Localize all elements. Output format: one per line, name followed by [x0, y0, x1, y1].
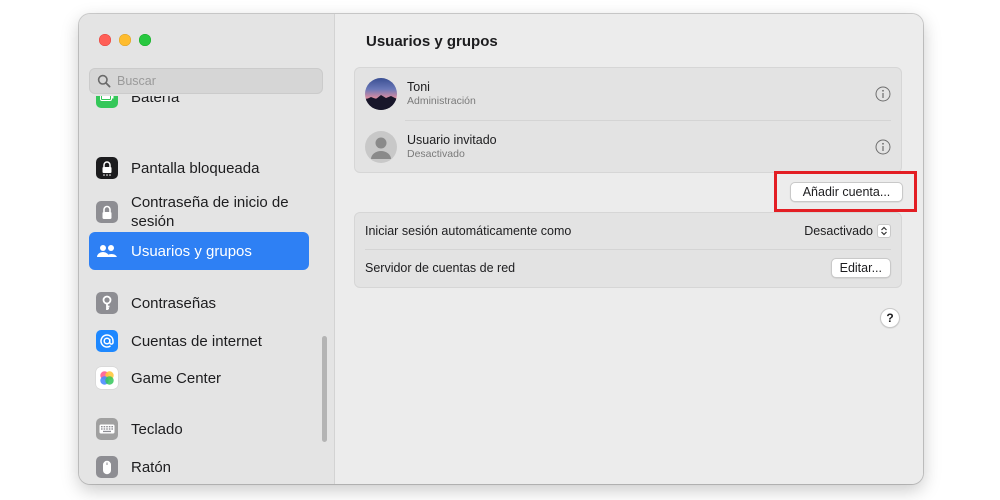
sidebar-scrollbar[interactable] — [322, 336, 327, 442]
info-icon[interactable] — [875, 86, 891, 102]
minimize-window-button[interactable] — [119, 34, 131, 46]
sidebar-item-contrasena-inicio-sesion[interactable]: Contraseña de inicio de sesión — [89, 190, 309, 234]
search-field[interactable] — [89, 68, 323, 94]
sidebar-item-teclado[interactable]: Teclado — [89, 415, 309, 443]
padlock-icon — [96, 201, 118, 223]
window-controls — [99, 34, 151, 46]
edit-button[interactable]: Editar... — [830, 258, 891, 278]
auto-login-label: Iniciar sesión automáticamente como — [365, 224, 572, 238]
user-name: Usuario invitado — [407, 133, 497, 147]
help-button[interactable]: ? — [880, 308, 900, 328]
sidebar-item-label: Contraseñas — [131, 294, 217, 312]
lock-screen-icon — [96, 157, 118, 179]
users-icon — [96, 240, 118, 262]
sidebar-item-cuentas-de-internet[interactable]: Cuentas de internet — [89, 327, 309, 355]
user-name: Toni — [407, 80, 430, 94]
network-server-row: Servidor de cuentas de red Editar... — [355, 250, 901, 286]
sidebar-item-bateria[interactable]: Batería — [89, 96, 309, 110]
user-role: Administración — [407, 95, 476, 107]
sidebar-item-pantalla-bloqueada[interactable]: Pantalla bloqueada — [89, 154, 309, 182]
info-icon[interactable] — [875, 139, 891, 155]
sidebar-item-usuarios-y-grupos[interactable]: Usuarios y grupos — [89, 232, 309, 270]
highlight-box — [774, 171, 917, 212]
sidebar-item-label: Usuarios y grupos — [131, 242, 252, 260]
sidebar-item-label: Game Center — [131, 369, 222, 387]
sidebar-item-label: Cuentas de internet — [131, 332, 262, 350]
user-row-guest[interactable]: Usuario invitado Desactivado — [355, 121, 901, 173]
network-server-label: Servidor de cuentas de red — [365, 261, 516, 275]
sidebar-item-label: Ratón — [131, 458, 172, 476]
auto-login-row: Iniciar sesión automáticamente como Desa… — [355, 213, 901, 249]
settings-window: Batería Pantalla bloqueada Contraseña de… — [79, 14, 923, 484]
sidebar-item-label: Contraseña de inicio de sesión — [131, 194, 289, 230]
sidebar-item-label: Pantalla bloqueada — [131, 159, 260, 177]
zoom-window-button[interactable] — [139, 34, 151, 46]
search-icon — [97, 74, 111, 88]
chevron-up-down-icon — [877, 224, 891, 238]
guest-avatar — [365, 131, 397, 163]
page-title: Usuarios y grupos — [366, 33, 498, 50]
battery-icon — [96, 96, 118, 108]
close-window-button[interactable] — [99, 34, 111, 46]
user-row-toni[interactable]: Toni Administración — [355, 68, 901, 120]
landscape-avatar — [365, 78, 397, 110]
user-role: Desactivado — [407, 148, 465, 160]
at-sign-icon — [96, 330, 118, 352]
game-center-icon — [96, 367, 118, 389]
sidebar-item-label: Batería — [131, 96, 180, 106]
sidebar: Batería Pantalla bloqueada Contraseña de… — [79, 14, 335, 484]
sidebar-item-raton[interactable]: Ratón — [89, 453, 309, 481]
sidebar-list: Batería Pantalla bloqueada Contraseña de… — [79, 96, 334, 484]
login-settings: Iniciar sesión automáticamente como Desa… — [354, 212, 902, 288]
main-pane: Usuarios y grupos Toni Administración Us… — [335, 14, 923, 484]
search-input[interactable] — [115, 73, 319, 89]
key-icon — [96, 292, 118, 314]
mouse-icon — [96, 456, 118, 478]
keyboard-icon — [96, 418, 118, 440]
sidebar-item-game-center[interactable]: Game Center — [89, 364, 309, 392]
users-list: Toni Administración Usuario invitado Des… — [354, 67, 902, 173]
auto-login-value: Desactivado — [804, 224, 873, 238]
auto-login-popup[interactable]: Desactivado — [804, 224, 891, 238]
sidebar-item-contrasenas[interactable]: Contraseñas — [89, 289, 309, 317]
sidebar-item-label: Teclado — [131, 420, 183, 438]
